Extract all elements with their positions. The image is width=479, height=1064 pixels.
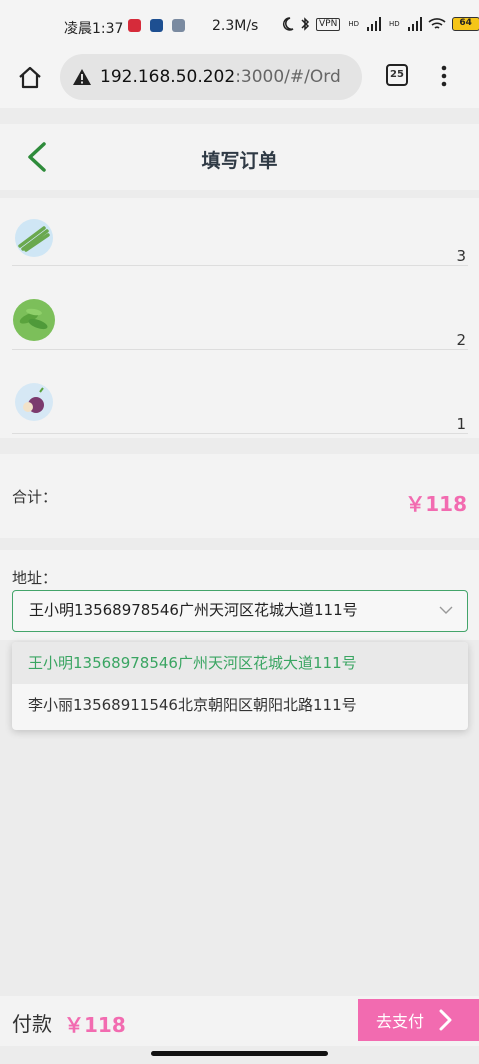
tab-switcher-button[interactable]: 25: [386, 64, 408, 86]
url-path: :3000/#/Ord: [235, 67, 341, 87]
item-quantity: 3: [456, 247, 466, 265]
item-quantity: 2: [456, 331, 466, 349]
more-menu-icon[interactable]: [436, 64, 452, 88]
battery-icon: 64: [451, 17, 479, 31]
pay-amount: ￥118: [64, 1013, 126, 1037]
hd-signal-icon: HD: [388, 19, 400, 28]
pay-bar: 付款 ￥118 去支付: [0, 996, 479, 1046]
app-notification-icon: [128, 19, 141, 32]
signal-icon: [366, 17, 381, 31]
address-dropdown: 王小明13568978546广州天河区花城大道111号 李小丽135689115…: [12, 642, 468, 730]
asparagus-thumbnail: [15, 219, 53, 257]
moon-icon: [282, 17, 294, 31]
total-label: 合计：: [12, 488, 58, 506]
browser-toolbar: 192.168.50.202:3000/#/Ord 25: [0, 52, 479, 108]
address-option[interactable]: 王小明13568978546广州天河区花城大道111号: [12, 642, 468, 684]
list-item[interactable]: 1: [12, 366, 468, 434]
vpn-badge: VPN: [316, 17, 341, 31]
bluetooth-icon: [301, 17, 310, 31]
address-option[interactable]: 李小丽13568911546北京朝阳区朝阳北路111号: [12, 684, 468, 726]
app-notification-icon: [150, 19, 163, 32]
warning-icon[interactable]: [72, 68, 92, 86]
chevron-down-icon: [439, 606, 453, 614]
hd-signal-icon: HD: [348, 19, 359, 28]
order-total: 合计： ￥118: [0, 454, 479, 538]
wifi-icon: [428, 18, 446, 29]
url-bar[interactable]: 192.168.50.202:3000/#/Ord: [60, 54, 362, 100]
status-time: 凌晨1:37: [64, 21, 124, 37]
pay-button-label: 去支付: [376, 1012, 425, 1031]
edamame-thumbnail: [13, 299, 55, 341]
telegram-icon: [172, 19, 185, 32]
status-bar: 凌晨1:37 2.3M/s VPN HD HD 64: [0, 0, 479, 52]
onion-thumbnail: [15, 383, 53, 421]
address-label: 地址：: [12, 569, 58, 587]
address-select[interactable]: 王小明13568978546广州天河区花城大道111号: [12, 590, 468, 632]
page-title: 填写订单: [201, 150, 278, 172]
total-value: ￥118: [405, 492, 467, 516]
network-speed: 2.3M/s: [212, 18, 259, 34]
address-section: 地址： 王小明13568978546广州天河区花城大道111号: [0, 550, 479, 640]
pay-label: 付款: [12, 1012, 52, 1036]
order-items-list: 3 2 1: [0, 198, 479, 438]
list-item[interactable]: 2: [12, 282, 468, 350]
signal-icon: [407, 17, 422, 31]
home-icon[interactable]: [16, 64, 44, 92]
chevron-right-icon: [439, 1009, 452, 1031]
app-header: 填写订单: [0, 124, 479, 190]
list-item[interactable]: 3: [12, 198, 468, 266]
item-quantity: 1: [456, 415, 466, 433]
pay-button[interactable]: 去支付: [358, 999, 479, 1041]
address-selected-value: 王小明13568978546广州天河区花城大道111号: [29, 601, 358, 619]
url-host: 192.168.50.202: [100, 67, 236, 87]
home-indicator[interactable]: [151, 1051, 328, 1056]
